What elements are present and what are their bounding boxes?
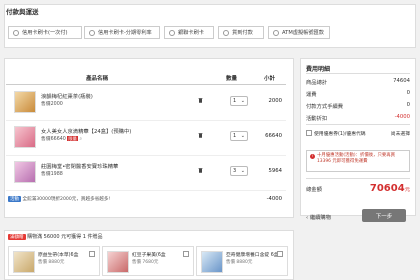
alert-icon: ! [310,154,315,159]
discount-row: 活動 全館滿30000現折2000元，買越多省越多! -4000 [6,193,286,209]
table-row: 女人美女人京滴精華【24盒】(預購中) 售價66640 限量 ⌕ 1 ⌄ 6664… [6,121,286,156]
radio-icon[interactable] [223,29,229,36]
total-row: 總金額 70604元 [306,183,410,194]
product-price: 售價2000 [41,102,63,107]
payment-title: 付款與運送 [6,8,39,16]
radio-icon[interactable] [89,29,95,36]
quantity-select[interactable]: 1 ⌄ [230,96,248,106]
product-price: 售價66640 限量 ⌕ [41,136,82,142]
radio-icon[interactable] [169,29,175,36]
gift-image [13,251,35,273]
header-qty: 數量 [226,76,238,82]
chevron-down-icon: ⌄ [240,168,245,174]
gift-checkbox[interactable] [89,251,95,257]
fee-line: 商品總計 74604 [306,78,410,86]
row-subtotal: 5964 [268,168,282,174]
product-price: 售價1988 [41,172,63,177]
gift-image [201,251,223,273]
next-step-button[interactable]: 下一步 [362,209,406,222]
coupon-checkbox[interactable] [306,130,312,136]
trash-icon[interactable] [198,97,203,103]
chevron-down-icon: ⌄ [240,133,245,139]
quantity-select[interactable]: 3 ⌄ [230,166,248,176]
product-image[interactable] [14,126,36,148]
gift-checkbox[interactable] [277,251,283,257]
divider [306,73,410,74]
gift-card[interactable]: 原益生帶(本草)6盒 售價 8880元 [8,246,100,276]
divider [306,124,410,125]
trash-icon[interactable] [198,167,203,173]
product-name[interactable]: 浪韻梅杞紅棗茶(瓶裝) [41,92,93,100]
payment-option-cod[interactable]: 貨到付款 [218,26,264,39]
coupon-row: 使用優惠券(1)/優惠代碼 尚未選擇 [306,130,410,137]
product-name[interactable]: 女人美女人京滴精華【24盒】(預購中) [41,127,131,135]
quantity-select[interactable]: 1 ⌄ [230,131,248,141]
chevron-down-icon: ⌄ [240,98,245,104]
row-subtotal: 2000 [268,98,282,104]
radio-icon[interactable] [13,29,19,36]
table-row: 浪韻梅杞紅棗茶(瓶裝) 售價2000 1 ⌄ 2000 [6,86,286,121]
payment-option-atm[interactable]: ATM虛擬帳號匯款 [268,26,330,39]
fee-line: 運費 0 [306,90,410,98]
payment-option-credit-once[interactable]: 信用卡刷卡(一次付) [8,26,82,39]
gift-image [107,251,129,273]
product-image[interactable] [14,161,36,183]
fee-title: 費用明細 [306,66,331,73]
fee-line: 付款方式手續費 0 [306,102,410,110]
gift-card[interactable]: 紅豆子果美(6盒 售價 7680元 [102,246,194,276]
trash-icon[interactable] [198,132,203,138]
gift-card[interactable]: 亞奇健康增養口含錠 6盒 售價 8880元 [196,246,288,276]
continue-shopping-button[interactable]: ‹ 繼續購物 [306,213,331,221]
coupon-link[interactable]: 尚未選擇 [391,130,410,137]
payment-option-installment[interactable]: 信用卡刷卡-分期零利率 [84,26,160,39]
product-image[interactable] [14,91,36,113]
discount-amount: -4000 [266,196,282,202]
header-product: 產品名稱 [86,76,109,82]
table-header: 產品名稱 數量 小計 [6,69,286,85]
search-icon[interactable]: ⌕ [79,137,82,142]
gift-checkbox[interactable] [183,251,189,257]
discount-text: 全館滿30000現折2000元，買越多省越多! [22,197,111,202]
row-subtotal: 66640 [265,133,282,139]
fee-line: 活動折扣 -4000 [306,114,410,122]
divider [306,178,410,179]
gift-title: 滿額贈 購物滿 56000 元可獲得 1 件贈品 [8,234,103,240]
activity-badge: 活動 [8,196,21,202]
payment-option-unionpay[interactable]: 銀聯卡刷卡 [164,26,214,39]
radio-icon[interactable] [273,29,279,36]
limited-badge: 限量 [67,136,78,141]
table-row: 莊園梅堂•密閉醫香安寶珍珠精華 售價1988 3 ⌄ 5964 [6,156,286,191]
header-subtotal: 小計 [264,76,276,82]
total-amount: 70604 [369,183,405,194]
product-name[interactable]: 莊園梅堂•密閉醫香安寶珍珠精華 [41,162,118,170]
shipping-notice: ! 十月優惠活動(活動)：折價後，只要再買 13396 元即可獲得免運費 [306,150,410,172]
